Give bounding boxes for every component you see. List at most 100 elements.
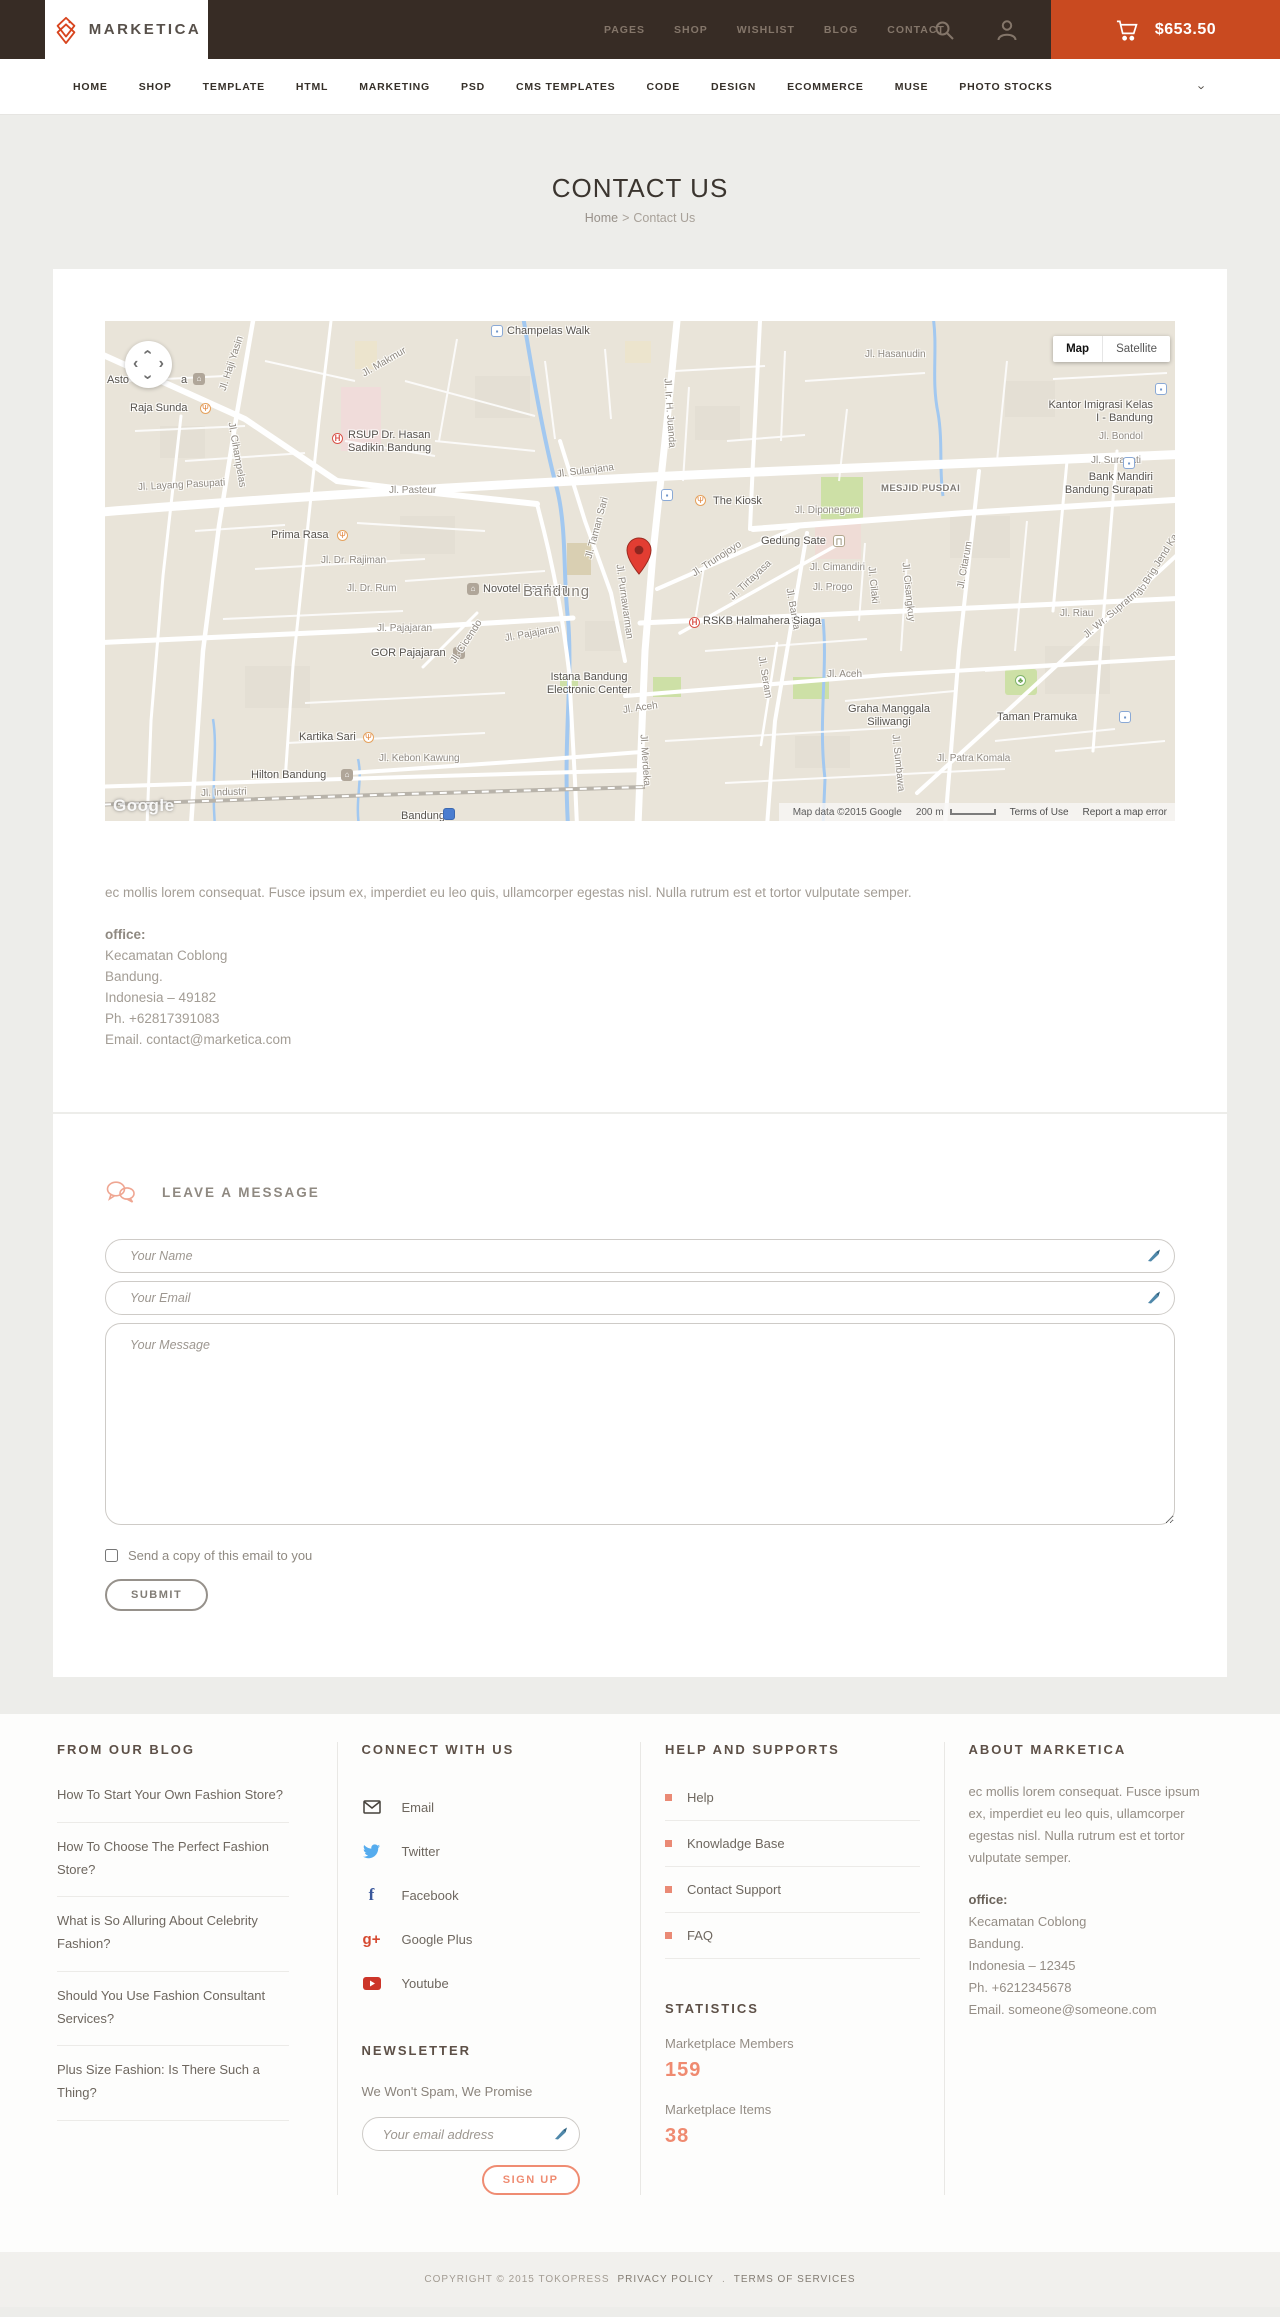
terms-of-use-link[interactable]: Terms of Use	[1010, 807, 1069, 818]
map-type-satellite-button[interactable]: Satellite	[1102, 336, 1170, 362]
name-field-wrap	[105, 1239, 1175, 1273]
copyright-bar: COPYRIGHT © 2015 TOKOPRESS PRIVACY POLIC…	[0, 2252, 1280, 2307]
send-copy-row: Send a copy of this email to you	[105, 1548, 1175, 1563]
footer-connect-column: CONNECT WITH US Email Twitter f Facebook…	[336, 1742, 641, 2195]
newsletter-heading: NEWSLETTER	[361, 2043, 472, 2058]
pan-up-icon[interactable]: ‹	[140, 349, 157, 354]
header-nav-item[interactable]: PAGES	[604, 24, 645, 36]
header-nav-item[interactable]: WISHLIST	[737, 24, 795, 36]
privacy-policy-link[interactable]: PRIVACY POLICY	[618, 2274, 714, 2285]
category-nav-item[interactable]: MARKETING	[359, 81, 430, 93]
contact-intro-text: ec mollis lorem consequat. Fusce ipsum e…	[105, 885, 912, 900]
social-link-youtube[interactable]: Youtube	[362, 1961, 617, 2005]
google-plus-icon: g+	[362, 1930, 381, 1948]
brand-logo[interactable]: MARKETICA	[45, 0, 208, 59]
header-nav-item[interactable]: SHOP	[674, 24, 708, 36]
blog-post-link[interactable]: Should You Use Fashion Consultant Servic…	[57, 1972, 289, 2047]
newsletter-email-input[interactable]	[361, 2117, 580, 2151]
newsletter-tagline: We Won't Spam, We Promise	[361, 2084, 533, 2099]
breadcrumb-home-link[interactable]: Home	[585, 211, 618, 225]
category-nav-item[interactable]: HTML	[296, 81, 328, 93]
brand-name: MARKETICA	[88, 21, 202, 38]
map-pan-control[interactable]: ‹ › ‹ ›	[125, 341, 172, 388]
blog-post-link[interactable]: Plus Size Fashion: Is There Such a Thing…	[57, 2046, 289, 2121]
header-nav-item[interactable]: BLOG	[824, 24, 858, 36]
map-scale-bar	[949, 809, 996, 815]
category-nav-item[interactable]: CODE	[646, 81, 680, 93]
send-copy-label: Send a copy of this email to you	[128, 1548, 313, 1563]
search-icon[interactable]	[932, 0, 956, 59]
blog-post-link[interactable]: How To Start Your Own Fashion Store?	[57, 1771, 289, 1823]
social-link-google-plus[interactable]: g+ Google Plus	[362, 1917, 617, 1961]
office-address-line: Bandung.	[105, 969, 163, 984]
email-input[interactable]	[105, 1281, 1175, 1315]
help-links: Help Knowladge Base Contact Support FAQ	[665, 1775, 920, 1959]
bullet-icon	[665, 1794, 672, 1801]
social-label: Google Plus	[401, 1931, 473, 1947]
blog-heading: FROM OUR BLOG	[57, 1742, 195, 1757]
about-text: ec mollis lorem consequat. Fusce ipsum e…	[968, 1784, 1200, 1865]
category-nav-item[interactable]: CMS TEMPLATES	[516, 81, 615, 93]
statistic-label: Marketplace Members	[665, 2036, 794, 2051]
signup-button[interactable]: SIGN UP	[481, 2165, 580, 2195]
copyright-text: COPYRIGHT © 2015 TOKOPRESS	[424, 2274, 610, 2285]
category-nav-item[interactable]: PSD	[461, 81, 485, 93]
youtube-icon	[362, 1976, 382, 1990]
category-nav-item[interactable]: PHOTO STOCKS	[959, 81, 1052, 93]
signup-row: SIGN UP	[362, 2151, 580, 2195]
help-link[interactable]: Knowladge Base	[665, 1821, 920, 1867]
map-type-map-button[interactable]: Map	[1053, 336, 1103, 362]
office-address-line: Email. contact@marketica.com	[105, 1032, 292, 1047]
user-account-icon[interactable]	[996, 0, 1018, 59]
help-link[interactable]: FAQ	[665, 1913, 920, 1959]
terms-of-services-link[interactable]: TERMS OF SERVICES	[734, 2274, 856, 2285]
connect-heading: CONNECT WITH US	[361, 1742, 515, 1757]
help-link[interactable]: Help	[665, 1775, 920, 1821]
cart-button[interactable]: $653.50	[1051, 0, 1280, 59]
breadcrumb: Home > Contact Us	[0, 211, 1280, 225]
category-nav-item[interactable]: HOME	[73, 81, 108, 93]
form-fields	[105, 1239, 1175, 1530]
category-nav-item[interactable]: TEMPLATE	[203, 81, 265, 93]
google-map[interactable]: Jl. Haji Yasin Jl. Makmur Champelas Walk ▪ J…	[105, 321, 1175, 821]
statistic-value: 159	[665, 2059, 702, 2081]
blog-post-link[interactable]: How To Choose The Perfect Fashion Store?	[57, 1823, 289, 1898]
pan-left-icon[interactable]: ‹	[133, 356, 138, 372]
send-copy-checkbox[interactable]	[105, 1549, 118, 1562]
social-link-email[interactable]: Email	[362, 1785, 617, 1829]
statistic-item: Marketplace Items 38	[665, 2102, 920, 2148]
social-link-facebook[interactable]: f Facebook	[362, 1873, 617, 1917]
pan-right-icon[interactable]: ›	[159, 356, 164, 372]
social-link-twitter[interactable]: Twitter	[362, 1829, 617, 1873]
form-heading: LEAVE A MESSAGE	[162, 1185, 320, 1200]
message-textarea[interactable]	[105, 1323, 1175, 1525]
map-marker-pin[interactable]	[626, 537, 652, 580]
help-heading: HELP AND SUPPORTS	[665, 1742, 840, 1757]
header-nav: PAGES SHOP WISHLIST BLOG CONTACT	[604, 0, 945, 59]
help-link[interactable]: Contact Support	[665, 1867, 920, 1913]
submit-button[interactable]: SUBMIT	[105, 1579, 209, 1611]
blog-post-link[interactable]: What is So Alluring About Celebrity Fash…	[57, 1897, 289, 1972]
footer-help-column: HELP AND SUPPORTS Help Knowladge Base Co…	[640, 1742, 944, 2195]
category-nav-item[interactable]: SHOP	[139, 81, 172, 93]
blog-post-list: How To Start Your Own Fashion Store? How …	[57, 1771, 313, 2121]
email-field-wrap	[105, 1281, 1175, 1315]
office-address-line: Indonesia – 49182	[105, 990, 217, 1005]
footer-about-column: ABOUT MARKETICA ec mollis lorem consequa…	[943, 1742, 1248, 2195]
name-input[interactable]	[105, 1239, 1175, 1273]
chevron-down-icon[interactable]: ›	[1194, 85, 1209, 89]
newsletter-field-wrap	[361, 2117, 580, 2151]
footer-blog-column: FROM OUR BLOG How To Start Your Own Fash…	[33, 1742, 337, 2195]
page-title: CONTACT US	[551, 173, 729, 203]
twitter-icon	[362, 1843, 382, 1859]
category-nav-item[interactable]: ECOMMERCE	[787, 81, 864, 93]
cart-icon	[1116, 19, 1138, 41]
pan-down-icon[interactable]: ›	[140, 374, 157, 379]
map-data-credit: Map data ©2015 Google	[792, 806, 902, 818]
tag-logo-icon	[56, 16, 76, 44]
report-map-error-link[interactable]: Report a map error	[1083, 807, 1167, 818]
social-label: Youtube	[401, 1975, 449, 1991]
bullet-icon	[665, 1932, 672, 1939]
category-nav-item[interactable]: DESIGN	[711, 81, 756, 93]
category-nav-item[interactable]: MUSE	[895, 81, 929, 93]
